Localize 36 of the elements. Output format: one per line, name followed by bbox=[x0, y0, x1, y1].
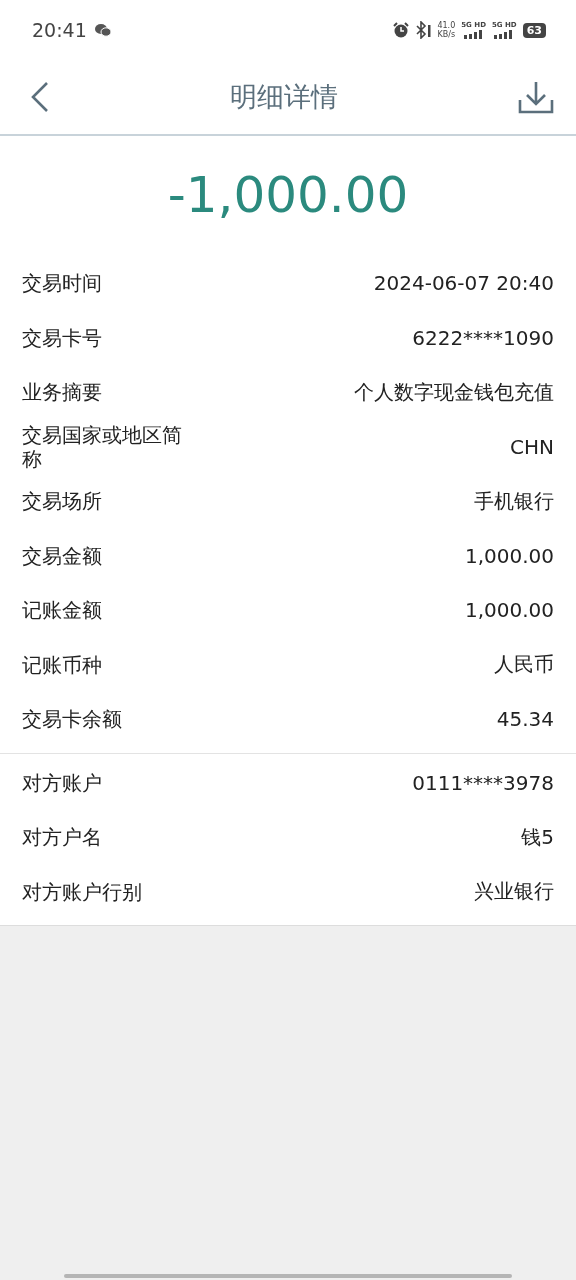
bluetooth-icon bbox=[415, 21, 432, 39]
field-label: 交易金额 bbox=[22, 543, 103, 568]
field-label: 记账币种 bbox=[22, 652, 103, 677]
back-button[interactable] bbox=[30, 81, 50, 113]
field-value: 2024-06-07 20:40 bbox=[373, 271, 554, 296]
field-label: 交易时间 bbox=[22, 271, 103, 296]
chat-icon bbox=[94, 23, 111, 37]
field-label: 对方账户行别 bbox=[22, 879, 143, 904]
page-title: 明细详情 bbox=[230, 80, 338, 114]
field-value: 0111****3978 bbox=[412, 770, 554, 795]
alarm-icon bbox=[393, 22, 410, 38]
signal-icon bbox=[462, 30, 485, 39]
field-label: 交易国家或地区简称 bbox=[22, 422, 183, 471]
field-value: 手机银行 bbox=[474, 487, 554, 515]
field-label: 交易卡余额 bbox=[22, 707, 123, 732]
field-label: 业务摘要 bbox=[22, 380, 103, 405]
field-value: 人民币 bbox=[494, 651, 554, 679]
field-value: 钱5 bbox=[521, 823, 554, 851]
field-value: 6222****1090 bbox=[412, 325, 554, 350]
field-value: 个人数字现金钱包充值 bbox=[354, 378, 554, 406]
field-label: 对方户名 bbox=[22, 825, 103, 850]
field-value: 兴业银行 bbox=[474, 878, 554, 906]
field-value: 45.34 bbox=[496, 707, 554, 732]
status-time: 20:41 bbox=[32, 19, 87, 41]
download-button[interactable] bbox=[518, 80, 554, 114]
field-label: 记账金额 bbox=[22, 598, 103, 623]
field-value: 1,000.00 bbox=[464, 598, 554, 623]
speed-unit: KB/s bbox=[437, 30, 456, 39]
field-label: 交易卡号 bbox=[22, 325, 103, 350]
speed-value: 41.0 bbox=[437, 21, 456, 30]
field-label: 交易场所 bbox=[22, 489, 103, 514]
field-value: CHN bbox=[510, 434, 554, 459]
battery-indicator: 63 bbox=[522, 22, 546, 38]
field-label: 对方账户 bbox=[22, 770, 103, 795]
transaction-amount: -1,000.00 bbox=[166, 165, 410, 226]
field-value: 1,000.00 bbox=[464, 543, 554, 568]
